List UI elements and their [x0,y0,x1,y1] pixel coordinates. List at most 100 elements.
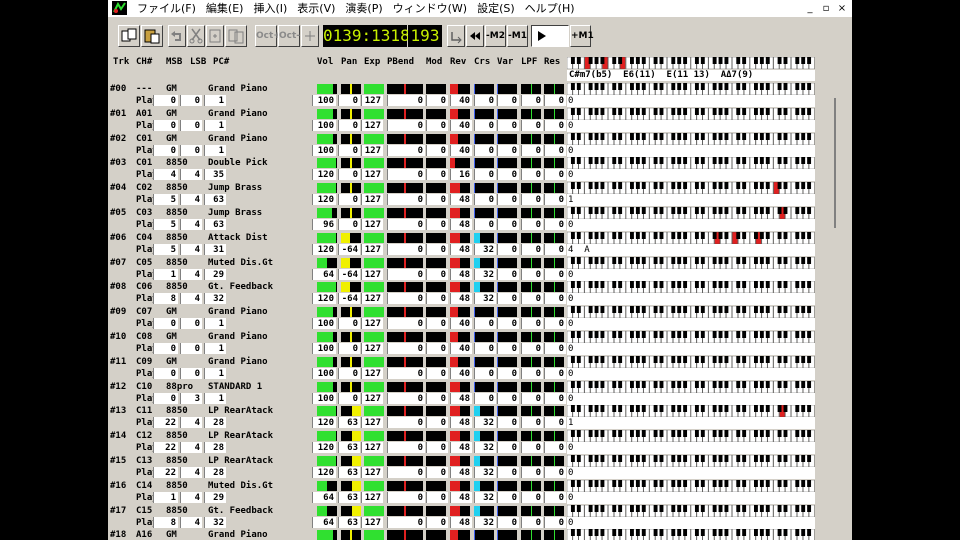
track-instrument[interactable]: LP RearAtack [208,405,273,417]
crs-meter[interactable] [474,84,494,94]
rev-value[interactable]: 40 [450,119,472,131]
var-meter[interactable] [497,108,517,119]
track-instrument[interactable]: Grand Piano [208,108,268,120]
track-instrument[interactable]: Jump Brass [208,207,262,219]
lsb-value[interactable]: 0 [180,318,202,330]
rev-value[interactable]: 48 [450,467,472,478]
msb-value[interactable]: 0 [153,119,178,131]
pbend-meter[interactable] [387,108,423,119]
track-row[interactable]: #15 C13 8850 LP RearAtack Play 22 4 28 120 63 127 0… [108,455,816,480]
rev-meter[interactable] [450,158,470,169]
msb-value[interactable]: 5 [153,219,178,230]
crs-value[interactable]: 0 [474,144,496,156]
pan-meter[interactable] [341,381,361,392]
exp-value[interactable]: 127 [361,194,383,206]
vol-value[interactable]: 100 [312,343,336,354]
exp-meter[interactable] [364,505,384,516]
res-value[interactable]: 0 [544,169,566,181]
crs-value[interactable]: 0 [474,343,496,354]
res-value[interactable]: 0 [544,119,566,131]
lpf-meter[interactable] [521,133,541,144]
rev-meter[interactable] [450,406,470,417]
track-channel[interactable]: C14 [136,480,152,492]
vol-value[interactable]: 120 [312,442,336,454]
oct-minus-button[interactable]: Oct- [278,25,300,47]
mod-meter[interactable] [426,431,446,442]
pan-meter[interactable] [341,480,361,491]
res-value[interactable]: 0 [544,442,566,454]
pbend-value[interactable]: 0 [387,95,425,106]
track-channel[interactable]: C15 [136,505,152,517]
var-value[interactable]: 0 [497,392,519,404]
var-meter[interactable] [497,208,517,218]
res-value[interactable]: 0 [544,467,566,478]
pan-meter[interactable] [341,431,361,442]
rev-value[interactable]: 48 [450,243,472,255]
rev-meter[interactable] [450,84,470,94]
lsb-value[interactable]: 4 [180,194,202,206]
undo-button[interactable] [168,25,186,47]
pbend-meter[interactable] [387,257,423,268]
res-meter[interactable] [544,158,564,169]
mod-meter[interactable] [426,456,446,466]
crs-value[interactable]: 32 [474,417,496,429]
res-meter[interactable] [544,232,564,243]
msb-value[interactable]: 22 [153,467,178,478]
exp-value[interactable]: 127 [361,119,383,131]
crs-meter[interactable] [474,530,494,540]
track-channel[interactable]: C13 [136,455,152,467]
exp-value[interactable]: 127 [361,169,383,181]
mod-value[interactable]: 0 [426,243,448,255]
rev-meter[interactable] [450,530,470,540]
pan-meter[interactable] [341,282,361,293]
mod-value[interactable]: 0 [426,219,448,230]
res-meter[interactable] [544,480,564,491]
track-channel[interactable]: A01 [136,108,152,120]
crs-value[interactable]: 0 [474,169,496,181]
mod-meter[interactable] [426,381,446,392]
vol-value[interactable]: 120 [312,194,336,206]
msb-value[interactable]: 1 [153,268,178,280]
pan-value[interactable]: 63 [338,491,360,503]
vol-meter[interactable] [317,183,337,194]
res-meter[interactable] [544,257,564,268]
msb-value[interactable]: 5 [153,243,178,255]
crs-meter[interactable] [474,208,494,218]
mod-value[interactable]: 0 [426,144,448,156]
pbend-value[interactable]: 0 [387,392,425,404]
exp-value[interactable]: 127 [361,467,383,478]
crs-meter[interactable] [474,505,494,516]
menu-view[interactable]: 表示(V) [292,0,340,17]
track-row[interactable]: #06 C04 8850 Attack Dist Play 5 4 31 120 -64 127 0 0… [108,231,816,257]
lpf-value[interactable]: 0 [521,392,543,404]
res-meter[interactable] [544,208,564,218]
lsb-value[interactable]: 0 [180,367,202,379]
track-channel[interactable]: C05 [136,257,152,269]
mod-meter[interactable] [426,530,446,540]
exp-value[interactable]: 127 [361,343,383,354]
pan-meter[interactable] [341,530,361,540]
exp-meter[interactable] [364,257,384,268]
msb-value[interactable]: 0 [153,343,178,354]
track-bank[interactable]: GM [166,331,177,343]
pan-value[interactable]: -64 [338,293,360,305]
pan-meter[interactable] [341,133,361,144]
pc-value[interactable]: 29 [204,491,226,503]
back-1-measure-button[interactable]: -M1 [507,25,528,47]
vol-value[interactable]: 100 [312,95,336,106]
insert-button[interactable] [206,25,224,47]
vol-meter[interactable] [317,108,337,119]
lpf-value[interactable]: 0 [521,318,543,330]
res-value[interactable]: 0 [544,144,566,156]
track-row[interactable]: #16 C14 8850 Muted Dis.Gt Play 1 4 29 64 63 127 0 0 4… [108,479,816,505]
vol-meter[interactable] [317,257,337,268]
track-channel[interactable]: --- [136,83,152,95]
pbend-meter[interactable] [387,282,423,293]
res-meter[interactable] [544,381,564,392]
crs-meter[interactable] [474,406,494,417]
track-bank[interactable]: GM [166,306,177,318]
pan-value[interactable]: 0 [338,169,360,181]
exp-value[interactable]: 127 [361,243,383,255]
lpf-meter[interactable] [521,232,541,243]
var-value[interactable]: 0 [497,144,519,156]
